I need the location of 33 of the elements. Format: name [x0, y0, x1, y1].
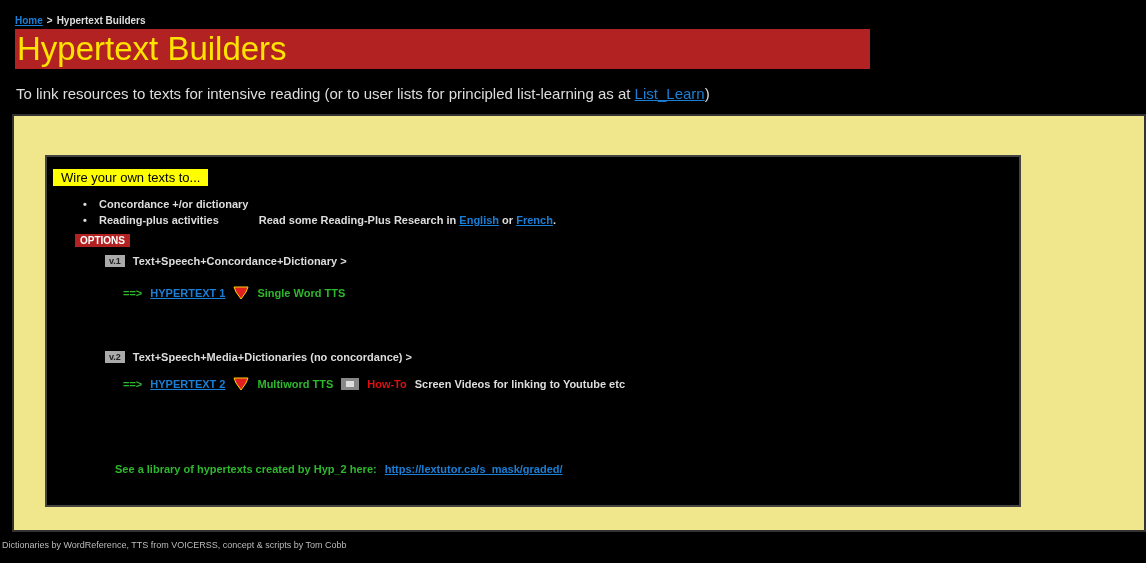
how-to-label: How-To — [367, 377, 407, 390]
arrow-text: ==> — [123, 377, 143, 390]
tts-label: Multiword TTS — [257, 377, 334, 390]
library-link[interactable]: https://lextutor.ca/s_mask/graded/ — [384, 463, 563, 475]
intro-text: To link resources to texts for intensive reading (or to user lists for principled list-learning as at List_Learn) — [16, 85, 711, 102]
section-heading: Wire your own texts to... — [53, 169, 209, 186]
bullet-marker: • — [83, 214, 88, 226]
shield-icon — [233, 377, 250, 390]
version-badge: v.1 — [105, 255, 125, 267]
arrow-text: ==> — [123, 286, 143, 299]
breadcrumb-current: Hypertext Builders — [56, 15, 146, 26]
page-title: Hypertext Builders — [15, 29, 870, 69]
language-link[interactable]: French — [516, 214, 553, 226]
research-note: Read some Reading-Plus Research in English or French. — [258, 214, 556, 226]
home-link[interactable]: Home — [15, 15, 43, 26]
bullet-text: Reading-plus activities — [99, 214, 219, 226]
breadcrumb-separator: > — [46, 15, 53, 26]
hypertext-link[interactable]: HYPERTEXT 2 — [150, 377, 226, 390]
option-title: Text+Speech+Media+Dictionaries (no concordance) > — [132, 351, 412, 363]
bullet-text: Concordance +/or dictionary — [99, 198, 249, 210]
version-badge: v.2 — [105, 351, 125, 363]
tts-label: Single Word TTS — [257, 286, 346, 299]
language-link[interactable]: English — [459, 214, 500, 226]
shield-icon — [233, 286, 250, 299]
bullet-marker: • — [83, 198, 88, 210]
how-to-note: Screen Videos for linking to Youtube etc — [414, 377, 625, 390]
library-text: See a library of hypertexts created by Hyp_2 here: — [115, 463, 377, 475]
hypertext-link[interactable]: HYPERTEXT 1 — [150, 286, 226, 299]
video-icon — [341, 377, 360, 390]
option-title: Text+Speech+Concordance+Dictionary > — [132, 255, 347, 267]
options-label: OPTIONS — [75, 234, 130, 247]
list-learn-link[interactable]: List_Learn — [634, 85, 705, 102]
footer-credits: Dictionaries by WordReference, TTS from VOICERSS, concept & scripts by Tom Cobb — [2, 540, 348, 550]
